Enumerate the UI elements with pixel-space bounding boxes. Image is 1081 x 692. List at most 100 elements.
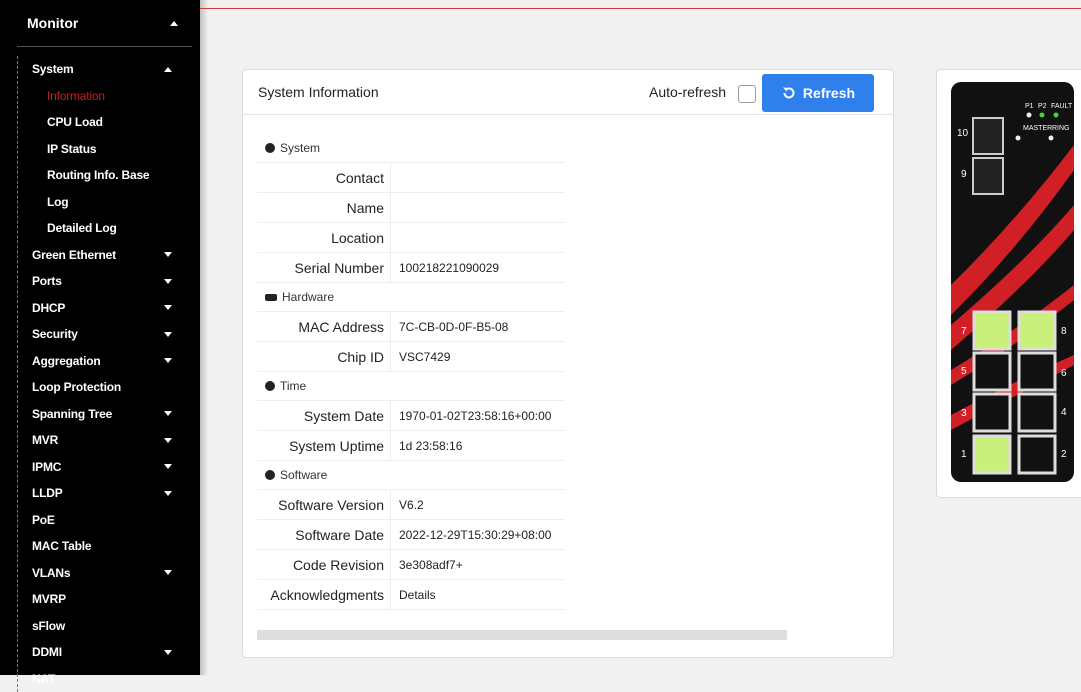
field-key: Serial Number — [257, 253, 391, 283]
sidebar-item-vlans[interactable]: VLANs — [18, 560, 192, 587]
chevron-down-icon — [164, 411, 172, 416]
chevron-down-icon — [164, 279, 172, 284]
field-value: V6.2 — [391, 490, 565, 520]
menu-header-monitor[interactable]: Monitor — [17, 0, 192, 47]
horizontal-scrollbar[interactable] — [257, 630, 787, 640]
port-label-4: 4 — [1061, 407, 1067, 418]
sidebar-item-label: Security — [32, 327, 78, 341]
chevron-down-icon — [164, 570, 172, 575]
sidebar-item-label: Information — [47, 89, 105, 103]
details-link[interactable]: Details — [391, 580, 565, 610]
sidebar-item-ip-status[interactable]: IP Status — [18, 136, 192, 163]
table-row: Location — [257, 223, 564, 253]
sidebar-item-label: DHCP — [32, 301, 65, 315]
sidebar-item-label: Loop Protection — [32, 380, 121, 394]
sidebar-item-label: NAT — [32, 672, 55, 686]
chevron-up-icon — [170, 21, 178, 26]
panel-header: System Information Auto-refresh Refresh — [243, 70, 893, 115]
field-value: 7C-CB-0D-0F-B5-08 — [391, 312, 565, 342]
info-icon — [265, 381, 275, 391]
table-row: Chip IDVSC7429 — [257, 342, 564, 372]
section-title-cell: Software — [257, 461, 564, 490]
sidebar-item-ipmc[interactable]: IPMC — [18, 454, 192, 481]
menu-list: System Information CPU Load IP Status Routin… — [17, 56, 192, 692]
led-label-p1: P1 — [1025, 103, 1034, 110]
auto-refresh-checkbox[interactable] — [738, 85, 756, 103]
sidebar-item-security[interactable]: Security — [18, 321, 192, 348]
switch-front-panel: P1 P2 FAULT MASTER RING 10 9 7 8 5 6 3 4 — [937, 70, 1081, 497]
sidebar-item-sflow[interactable]: sFlow — [18, 613, 192, 640]
field-key: MAC Address — [257, 312, 391, 342]
chevron-up-icon — [164, 67, 172, 72]
sidebar-item-routing-info-base[interactable]: Routing Info. Base — [18, 162, 192, 189]
field-key: Chip ID — [257, 342, 391, 372]
sidebar-item-ddmi[interactable]: DDMI — [18, 639, 192, 666]
sidebar-item-label: Detailed Log — [47, 221, 117, 235]
sidebar-item-label: Ports — [32, 274, 62, 288]
chevron-down-icon — [164, 305, 172, 310]
field-key: Acknowledgments — [257, 580, 391, 610]
field-key: Code Revision — [257, 550, 391, 580]
port-label-1: 1 — [961, 449, 967, 460]
sidebar-item-mac-table[interactable]: MAC Table — [18, 533, 192, 560]
chevron-down-icon — [164, 650, 172, 655]
sidebar-item-mvr[interactable]: MVR — [18, 427, 192, 454]
sfp-port-9 — [973, 158, 1003, 194]
refresh-label: Refresh — [803, 85, 855, 101]
field-value: 3e308adf7+ — [391, 550, 565, 580]
table-row: Contact — [257, 163, 564, 193]
sidebar-item-spanning-tree[interactable]: Spanning Tree — [18, 401, 192, 428]
table-row: Software VersionV6.2 — [257, 490, 564, 520]
field-key: System Date — [257, 401, 391, 431]
refresh-button[interactable]: Refresh — [762, 74, 874, 112]
sidebar-item-label: IPMC — [32, 460, 61, 474]
sidebar-item-lldp[interactable]: LLDP — [18, 480, 192, 507]
field-key: Software Date — [257, 520, 391, 550]
sidebar-item-label: MVRP — [32, 592, 66, 606]
sidebar-item-system[interactable]: System — [18, 56, 192, 83]
field-value: 1d 23:58:16 — [391, 431, 565, 461]
sidebar-item-label: IP Status — [47, 142, 96, 156]
sidebar-item-loop-protection[interactable]: Loop Protection — [18, 374, 192, 401]
field-key: Location — [257, 223, 391, 253]
table-row: System Uptime1d 23:58:16 — [257, 431, 564, 461]
sidebar-item-poe[interactable]: PoE — [18, 507, 192, 534]
sidebar-item-label: Log — [47, 195, 68, 209]
sidebar-item-cpu-load[interactable]: CPU Load — [18, 109, 192, 136]
section-title: Time — [280, 379, 306, 393]
port-7 — [974, 312, 1010, 349]
chevron-down-icon — [164, 464, 172, 469]
sidebar-item-mvrp[interactable]: MVRP — [18, 586, 192, 613]
port-6 — [1019, 353, 1055, 390]
sidebar-item-information[interactable]: Information — [18, 83, 192, 110]
led-label-fault: FAULT — [1051, 103, 1073, 110]
section-title: Software — [280, 468, 327, 482]
refresh-icon — [781, 85, 797, 101]
field-value — [391, 163, 565, 193]
led-label-ring: RING — [1052, 125, 1070, 132]
menu-header-label: Monitor — [27, 15, 78, 31]
sidebar-item-detailed-log[interactable]: Detailed Log — [18, 215, 192, 242]
sidebar-item-label: CPU Load — [47, 115, 103, 129]
sidebar-item-label: VLANs — [32, 566, 70, 580]
led-ring — [1049, 136, 1054, 141]
sidebar-item-label: DDMI — [32, 645, 62, 659]
led-p2 — [1040, 113, 1045, 118]
sidebar-item-dhcp[interactable]: DHCP — [18, 295, 192, 322]
sidebar-item-nat[interactable]: NAT — [18, 666, 192, 692]
page-title: System Information — [258, 84, 379, 100]
sidebar-item-green-ethernet[interactable]: Green Ethernet — [18, 242, 192, 269]
section-header-time: Time — [257, 372, 564, 401]
sidebar-item-log[interactable]: Log — [18, 189, 192, 216]
section-title: Hardware — [282, 290, 334, 304]
port-3 — [974, 394, 1010, 431]
table-row: Serial Number100218221090029 — [257, 253, 564, 283]
field-key: Contact — [257, 163, 391, 193]
sidebar-item-ports[interactable]: Ports — [18, 268, 192, 295]
sidebar-item-aggregation[interactable]: Aggregation — [18, 348, 192, 375]
field-value: 2022-12-29T15:30:29+08:00 — [391, 520, 565, 550]
port-label-10: 10 — [957, 128, 969, 139]
auto-refresh-label: Auto-refresh — [649, 84, 726, 100]
sfp-port-10 — [973, 118, 1003, 154]
field-key: System Uptime — [257, 431, 391, 461]
